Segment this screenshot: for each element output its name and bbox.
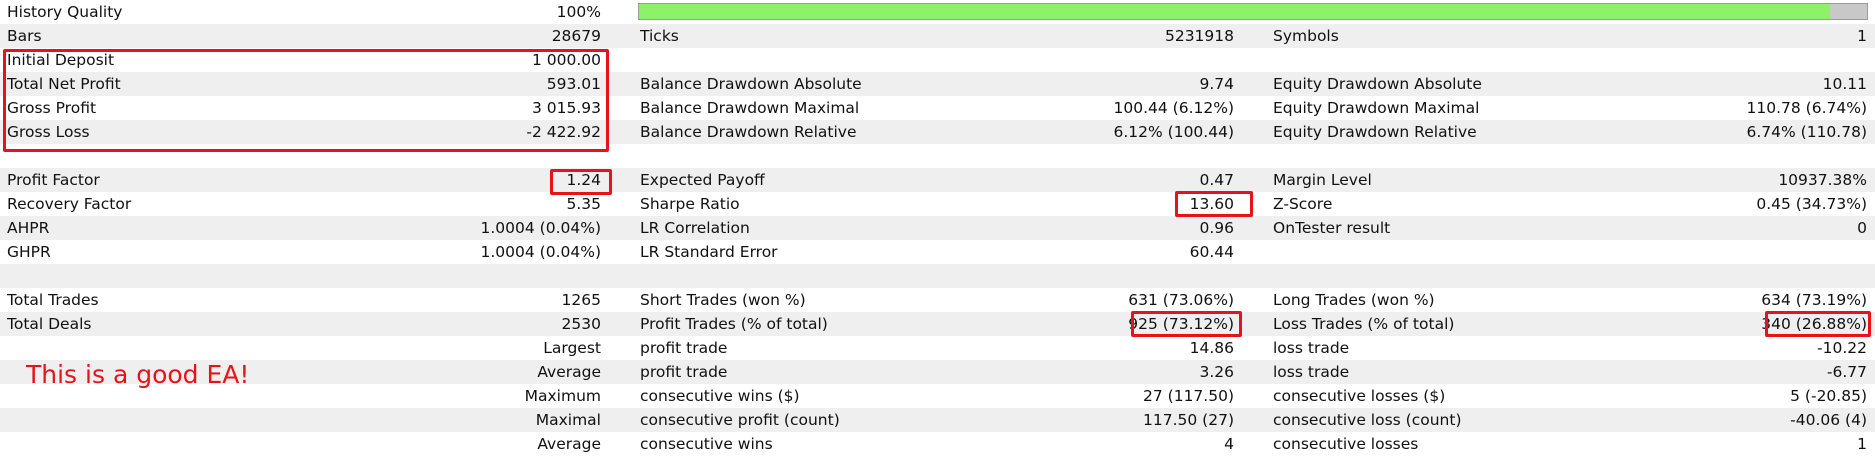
stat-value: 27 (117.50) [1143,387,1234,405]
stat-value [640,144,1234,168]
stat-row: GHPR 1.0004 (0.04%) LR Standard Error 60… [0,240,1875,264]
stat-value: 117.50 (27) [1143,411,1234,429]
spacer-row [0,264,1875,288]
stat-value: -10.22 [1817,339,1867,357]
stat-value: 1 [1857,435,1867,453]
stat-value: 5 (-20.85) [1790,387,1867,405]
stat-value: 6.74% (110.78) [1746,123,1868,141]
row-history-quality: History Quality 100% [0,0,1875,24]
highlight-box-profit-trades [1131,311,1242,337]
history-quality-bar-fill [639,4,1831,19]
stat-value: 3.26 [1199,363,1234,381]
stat-value: 0 [1857,219,1867,237]
stat-value [0,264,601,288]
stat-value [1273,48,1867,72]
highlight-box-sharpe-ratio [1175,191,1253,217]
stat-value: 13.60 [1189,195,1234,213]
stat-row: Recovery Factor 5.35 Sharpe Ratio 13.60 … [0,192,1875,216]
stat-value [1273,264,1867,288]
stat-value: 631 (73.06%) [1128,291,1234,309]
stat-value [640,48,1234,72]
stat-value: 6.12% (100.44) [1113,123,1235,141]
highlight-box-loss-trades [1765,311,1871,337]
stat-value [640,264,1234,288]
stat-value: 60.44 [1189,243,1234,261]
stat-value: 2530 [561,315,601,333]
row-bars-ticks-symbols: Bars 28679 Ticks 5231918 Symbols 1 [0,24,1875,48]
ticks-value: 5231918 [1164,27,1234,45]
stat-row: Total Deals 2530 Profit Trades (% of tot… [0,312,1875,336]
stat-value: 10937.38% [1778,171,1867,189]
stat-value [1273,240,1867,264]
stat-value: -40.06 (4) [1790,411,1867,429]
stat-value: 1265 [561,291,601,309]
stat-value: 634 (73.19%) [1761,291,1867,309]
stat-row: Maximum consecutive wins ($) 27 (117.50)… [0,384,1875,408]
stat-row: Maximal consecutive profit (count) 117.5… [0,408,1875,432]
stat-value: 9.74 [1199,75,1234,93]
stat-value: 4 [1224,435,1234,453]
stat-value: Average [537,435,601,453]
stat-value: Maximal [535,411,601,429]
stat-value: 14.86 [1189,339,1234,357]
stat-row: Largest profit trade 14.86 loss trade -1… [0,336,1875,360]
stat-value: 100.44 (6.12%) [1113,99,1235,117]
stat-value: 10.11 [1822,75,1867,93]
stat-value: -6.77 [1826,363,1867,381]
stat-value: Largest [543,339,601,357]
strategy-tester-report: History Quality 100% Bars 28679 Ticks 52… [0,0,1875,459]
highlight-box-deposit-profit-loss [3,49,609,152]
stat-value: 0.96 [1199,219,1234,237]
stat-row: Average profit trade 3.26 loss trade -6.… [0,360,1875,384]
stat-value: 110.78 (6.74%) [1746,99,1868,117]
stat-row: Profit Factor 1.24 Expected Payoff 0.47 … [0,168,1875,192]
highlight-box-profit-factor [550,169,612,195]
stat-value: 1.24 [566,171,601,189]
bars-value: 28679 [551,27,601,45]
history-quality-bar [638,3,1868,20]
stat-row: Average consecutive wins 4 consecutive l… [0,432,1875,456]
stat-value [1273,144,1867,168]
stat-value: 1.0004 (0.04%) [480,219,602,237]
stat-row: Total Trades 1265 Short Trades (won %) 6… [0,288,1875,312]
stat-row: AHPR 1.0004 (0.04%) LR Correlation 0.96 … [0,216,1875,240]
annotation-note: This is a good EA! [26,360,250,389]
stat-value: 0.45 (34.73%) [1756,195,1867,213]
stat-value: 5.35 [566,195,601,213]
history-quality-value: 100% [556,3,601,21]
symbols-value: 1 [1857,27,1867,45]
stat-value: 1.0004 (0.04%) [480,243,602,261]
stat-value: 0.47 [1199,171,1234,189]
